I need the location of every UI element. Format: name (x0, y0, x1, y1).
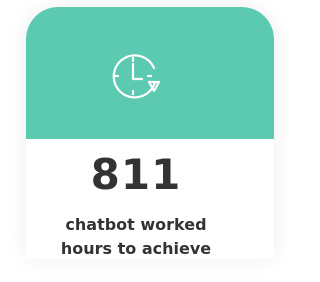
stat-caption: chatbot worked hours to achieve (26, 213, 246, 259)
stat-value: 811 (90, 150, 182, 199)
card-body: 811 chatbot worked hours to achieve (26, 139, 274, 259)
card-header (26, 7, 274, 139)
page: 811 chatbot worked hours to achieve (0, 0, 274, 282)
stat-caption-line-2: hours to achieve (60, 239, 212, 258)
stat-caption-line-1: chatbot worked (65, 215, 207, 234)
clock-icon (109, 49, 163, 103)
stat-card: 811 chatbot worked hours to achieve (26, 7, 274, 259)
